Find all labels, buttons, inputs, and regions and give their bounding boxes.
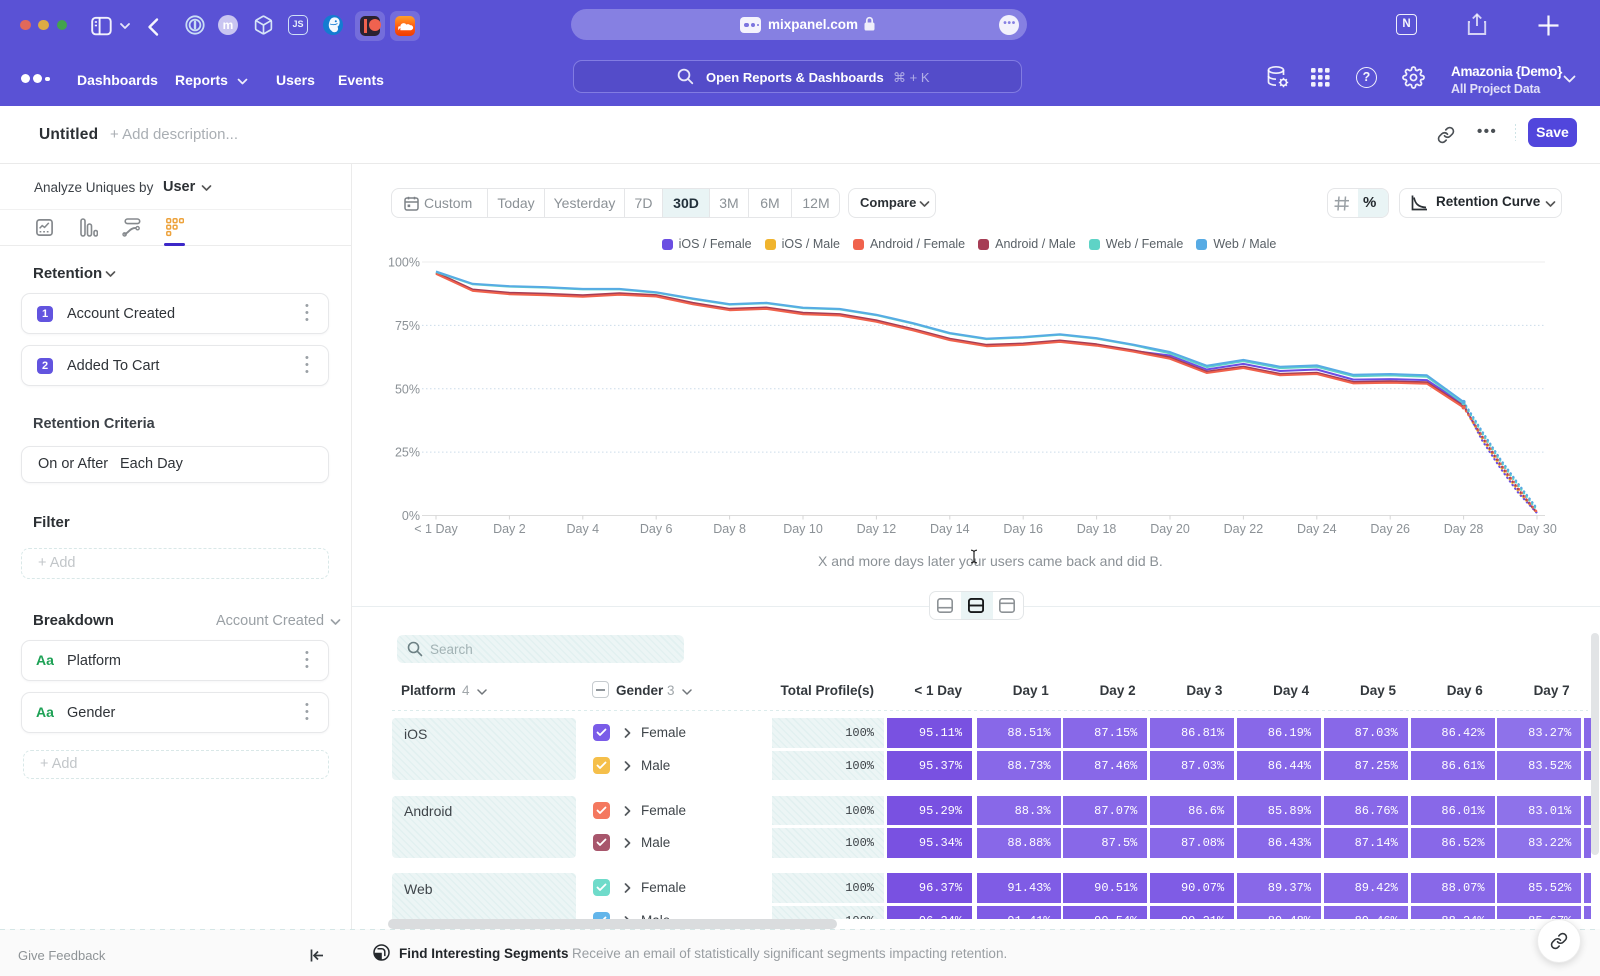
svg-text:0%: 0% <box>402 509 420 523</box>
svg-text:75%: 75% <box>395 319 420 333</box>
svg-text:Day 20: Day 20 <box>1150 522 1190 536</box>
svg-text:Day 2: Day 2 <box>493 522 526 536</box>
svg-text:Day 30: Day 30 <box>1517 522 1557 536</box>
svg-text:50%: 50% <box>395 382 420 396</box>
svg-text:Day 10: Day 10 <box>783 522 823 536</box>
svg-text:Day 12: Day 12 <box>857 522 897 536</box>
svg-text:< 1 Day: < 1 Day <box>414 522 458 536</box>
svg-text:Day 14: Day 14 <box>930 522 970 536</box>
svg-text:Day 16: Day 16 <box>1003 522 1043 536</box>
svg-text:Day 24: Day 24 <box>1297 522 1337 536</box>
svg-text:100%: 100% <box>388 256 420 270</box>
svg-text:Day 6: Day 6 <box>640 522 673 536</box>
svg-text:Day 18: Day 18 <box>1077 522 1117 536</box>
svg-text:25%: 25% <box>395 446 420 460</box>
svg-text:Day 26: Day 26 <box>1370 522 1410 536</box>
svg-text:Day 4: Day 4 <box>566 522 599 536</box>
svg-text:Day 28: Day 28 <box>1444 522 1484 536</box>
svg-text:Day 22: Day 22 <box>1224 522 1264 536</box>
svg-text:Day 8: Day 8 <box>713 522 746 536</box>
